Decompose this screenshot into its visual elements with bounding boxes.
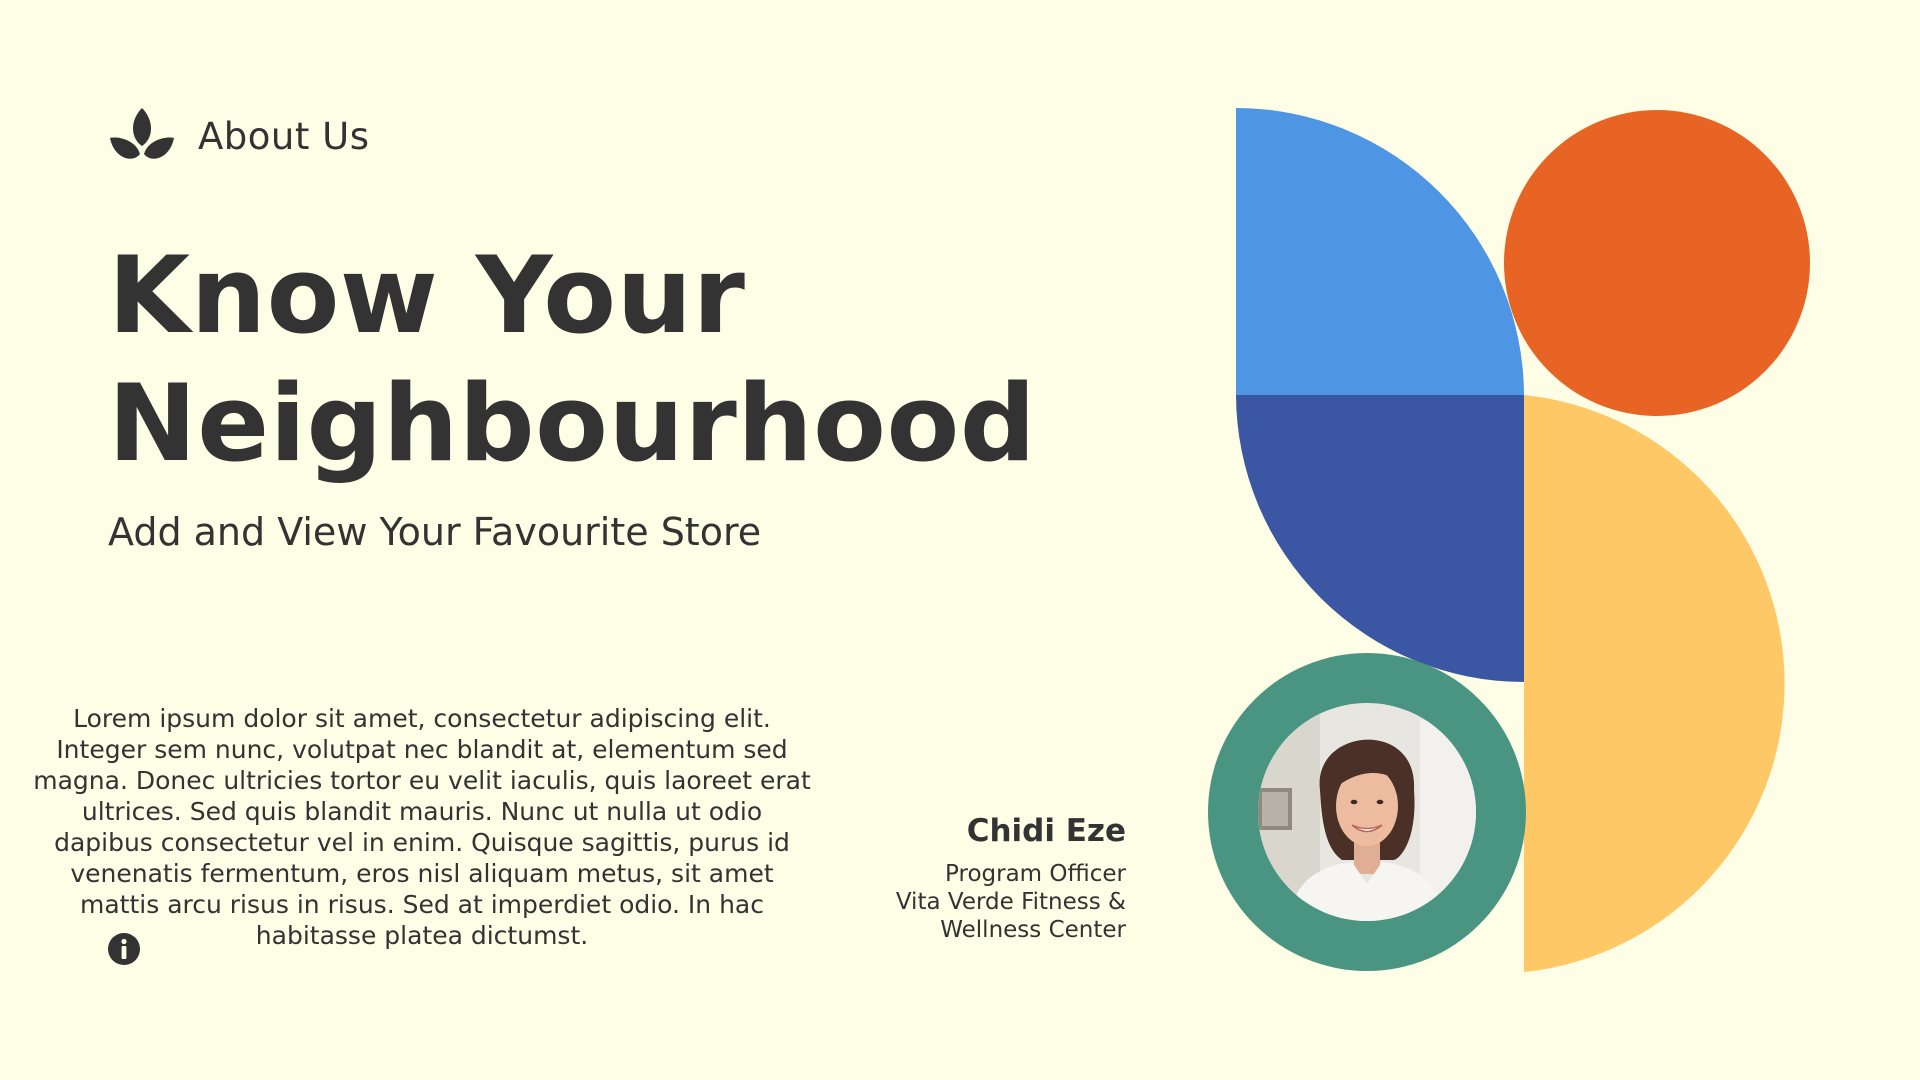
light-blue-quarter-shape	[1236, 107, 1524, 395]
yellow-half-disc-shape	[1524, 395, 1785, 972]
orange-circle-shape	[1504, 110, 1810, 416]
dark-blue-quarter-shape	[1236, 395, 1524, 682]
decorative-shapes	[1208, 107, 1810, 972]
